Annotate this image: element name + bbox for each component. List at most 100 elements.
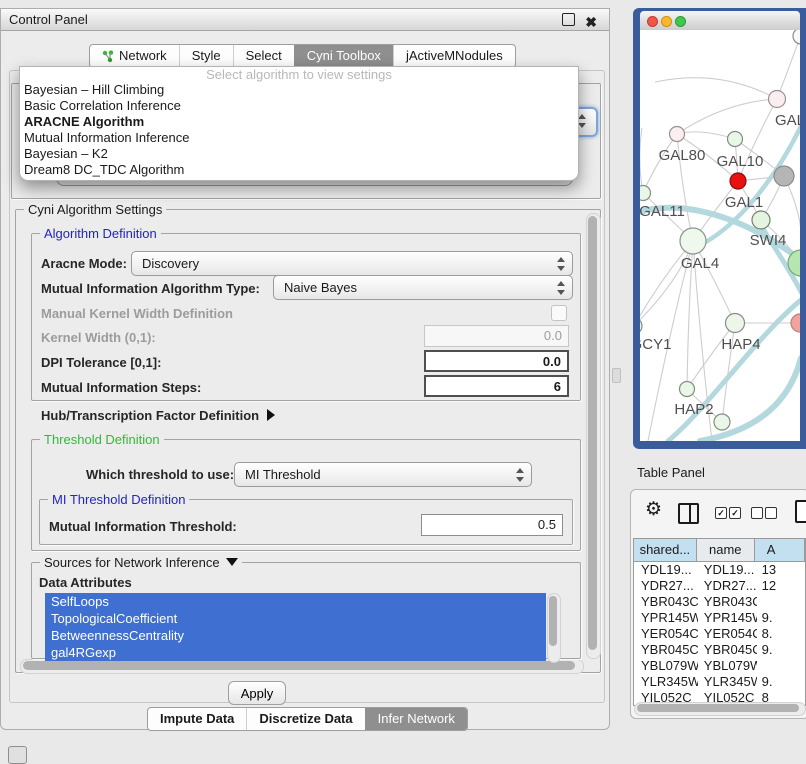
stepper-arrows-icon — [556, 281, 565, 295]
tab-infer-network[interactable]: Infer Network — [365, 708, 467, 730]
mi-type-label: Mutual Information Algorithm Type: — [41, 281, 260, 296]
unchecked-checkbox-icon[interactable] — [765, 507, 777, 519]
network-window-titlebar[interactable] — [640, 11, 800, 31]
expanded-arrow-icon — [226, 558, 238, 566]
node-label: HAP4 — [721, 336, 760, 353]
dropdown-item[interactable]: Bayesian – K2 — [20, 146, 578, 162]
minimized-panel-icon[interactable] — [8, 746, 27, 764]
node-label: GAL4 — [681, 255, 719, 272]
which-threshold-label: Which threshold to use: — [86, 467, 234, 482]
columns-icon[interactable] — [678, 503, 699, 524]
node-label: SWI4 — [750, 232, 787, 249]
attribute-item[interactable]: gal4RGexp — [45, 644, 546, 661]
attribute-item[interactable]: BetweennessCentrality — [45, 627, 546, 644]
node-label: GCY1 — [640, 336, 671, 353]
table-row[interactable]: YBL079WYBL079W — [634, 658, 805, 674]
table-hscrollbar-thumb[interactable] — [637, 704, 799, 712]
column-header-shared-name[interactable]: shared... — [634, 539, 697, 561]
attribute-item[interactable]: TopologicalCoefficient — [45, 610, 546, 627]
minimize-traffic-icon[interactable] — [661, 16, 672, 27]
kernel-width-label: Kernel Width (0,1): — [41, 330, 156, 345]
apply-button[interactable]: Apply — [228, 681, 286, 705]
tab-impute-data[interactable]: Impute Data — [148, 708, 246, 730]
close-traffic-icon[interactable] — [647, 16, 658, 27]
tab-network[interactable]: Network — [90, 45, 179, 67]
settings-scrollbar[interactable] — [586, 213, 601, 659]
algorithm-definition-title: Algorithm Definition — [40, 226, 161, 241]
hub-definition-expander[interactable]: Hub/Transcription Factor Definition — [41, 408, 275, 423]
mi-type-combo[interactable]: Naive Bayes — [273, 275, 573, 300]
dropdown-item[interactable]: Basic Correlation Inference — [20, 98, 578, 114]
which-threshold-value: MI Threshold — [245, 467, 321, 482]
network-icon — [102, 50, 114, 63]
float-window-icon[interactable] — [562, 13, 575, 26]
aracne-mode-value: Discovery — [142, 256, 199, 271]
mi-threshold-title: MI Threshold Definition — [48, 492, 189, 507]
dropdown-item-selected[interactable]: ARACNE Algorithm — [20, 114, 578, 130]
bottom-tabs: Impute Data Discretize Data Infer Networ… — [147, 707, 468, 731]
node-label: GAL10 — [717, 153, 764, 170]
close-icon[interactable]: ✖ — [585, 11, 597, 33]
column-header-partial[interactable]: A — [755, 539, 805, 561]
unchecked-checkbox-icon[interactable] — [751, 507, 763, 519]
aracne-mode-combo[interactable]: Discovery — [131, 251, 573, 276]
maximize-traffic-icon[interactable] — [675, 16, 686, 27]
mi-type-value: Naive Bayes — [284, 280, 357, 295]
tab-jactivemnodules[interactable]: jActiveMNodules — [393, 45, 515, 67]
tab-select[interactable]: Select — [233, 45, 294, 67]
which-threshold-combo[interactable]: MI Threshold — [234, 462, 532, 487]
control-panel-tabs: Network Style Select Cyni Toolbox jActiv… — [89, 44, 516, 68]
tab-discretize-data[interactable]: Discretize Data — [246, 708, 364, 730]
mi-steps-field[interactable]: 6 — [424, 375, 569, 397]
table-row[interactable]: YBR043CYBR043C — [634, 594, 805, 610]
table-row[interactable]: YER054CYER054C8. — [634, 626, 805, 642]
stepper-arrows-icon — [515, 468, 524, 482]
dropdown-item[interactable]: Bayesian – Hill Climbing — [20, 82, 578, 98]
table-panel-title: Table Panel — [637, 465, 705, 480]
sources-title[interactable]: Sources for Network Inference — [40, 555, 242, 570]
settings-hscrollbar-thumb[interactable] — [23, 661, 575, 670]
node-label: GAL11 — [640, 203, 685, 220]
dropdown-item[interactable]: Dream8 DC_TDC Algorithm — [20, 162, 578, 178]
settings-hscrollbar[interactable] — [20, 659, 584, 674]
table-row[interactable]: YPR145WYPR145W9. — [634, 610, 805, 626]
table-row[interactable]: YDL19...YDL19...13 — [634, 562, 805, 578]
attributes-scrollbar[interactable] — [547, 593, 561, 663]
network-graph: GAL80 GAL10 GAL1 GAL11 SWI4 GAL4 GCY1 HA… — [640, 30, 800, 441]
table-row[interactable]: YDR27...YDR27...12 — [634, 578, 805, 594]
collapsed-arrow-icon — [267, 409, 275, 421]
new-table-icon[interactable] — [795, 500, 806, 523]
stepper-arrows-icon — [556, 257, 565, 271]
node-table[interactable]: shared... name A YDL19...YDL19...13 YDR2… — [633, 538, 806, 706]
column-header-name[interactable]: name — [697, 539, 755, 561]
mi-threshold-field[interactable]: 0.5 — [421, 514, 563, 536]
control-panel-window: Control Panel ✖ Network Style Select Cyn… — [0, 8, 610, 730]
table-header-row: shared... name A — [634, 539, 805, 562]
gear-icon[interactable]: ⚙ — [645, 498, 662, 521]
attributes-scrollbar-thumb[interactable] — [549, 596, 557, 646]
network-view-window: GAL80 GAL10 GAL1 GAL11 SWI4 GAL4 GCY1 HA… — [633, 8, 806, 449]
control-panel-titlebar[interactable]: Control Panel ✖ — [1, 9, 609, 31]
dropdown-prompt: Select algorithm to view settings — [20, 67, 578, 82]
kernel-width-field[interactable]: 0.0 — [424, 325, 569, 347]
table-row[interactable]: YLR345WYLR345W9. — [634, 674, 805, 690]
checked-checkbox-icon[interactable]: ✓ — [729, 507, 741, 519]
manual-kernel-checkbox[interactable] — [551, 305, 567, 321]
attribute-item[interactable]: SelfLoops — [45, 593, 546, 610]
table-row[interactable]: YBR045CYBR045C9. — [634, 642, 805, 658]
mi-steps-label: Mutual Information Steps: — [41, 380, 201, 395]
dpi-tolerance-field[interactable]: 0.0 — [424, 350, 569, 372]
threshold-definition-title: Threshold Definition — [40, 432, 164, 447]
tab-cyni-toolbox[interactable]: Cyni Toolbox — [294, 45, 393, 67]
splitter-handle[interactable] — [612, 368, 621, 383]
node-label: HAP2 — [674, 401, 713, 418]
dropdown-item[interactable]: Mutual Information Inference — [20, 130, 578, 146]
table-hscrollbar[interactable] — [634, 702, 806, 716]
settings-scrollbar-thumb[interactable] — [588, 216, 597, 650]
data-attributes-list[interactable]: SelfLoops TopologicalCoefficient Between… — [45, 593, 546, 661]
checked-checkbox-icon[interactable]: ✓ — [715, 507, 727, 519]
network-canvas[interactable]: GAL80 GAL10 GAL1 GAL11 SWI4 GAL4 GCY1 HA… — [640, 30, 800, 441]
node-label: GAL80 — [659, 147, 706, 164]
settings-group-title: Cyni Algorithm Settings — [24, 202, 166, 217]
tab-style[interactable]: Style — [179, 45, 233, 67]
